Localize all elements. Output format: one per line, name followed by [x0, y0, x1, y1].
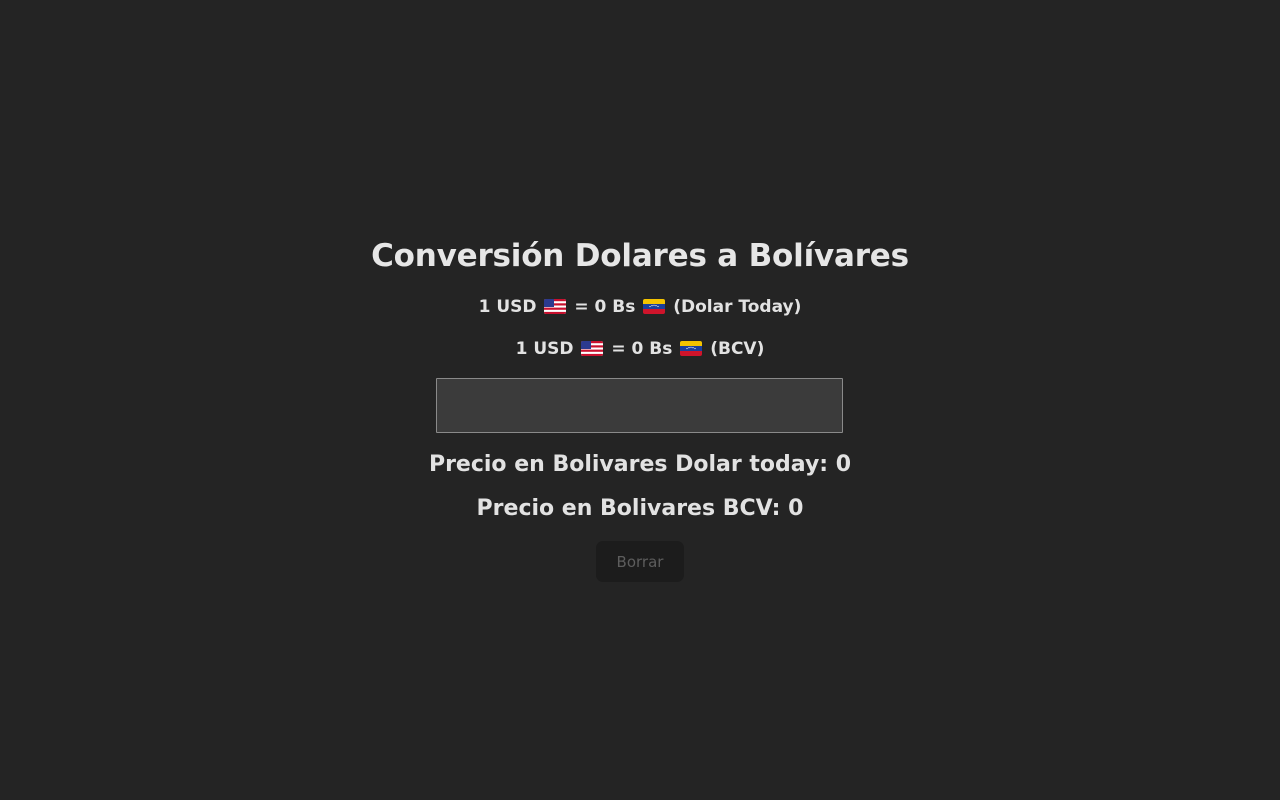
- usd-amount-input[interactable]: [436, 378, 843, 433]
- clear-button[interactable]: Borrar: [596, 541, 684, 582]
- us-flag-icon: [544, 299, 567, 314]
- venezuela-flag-icon: [680, 341, 703, 356]
- result-bcv: Precio en Bolivares BCV: 0: [476, 496, 804, 521]
- page-title: Conversión Dolares a Bolívares: [371, 238, 909, 274]
- rate-prefix: 1 USD: [478, 297, 537, 317]
- rate-source: (BCV): [710, 339, 765, 359]
- rate-dolar-today: 1 USD = 0 Bs (Dolar Today): [0, 296, 1280, 318]
- amount-input-wrapper: [436, 378, 843, 433]
- us-flag-icon: [581, 341, 604, 356]
- rate-value: = 0 Bs: [574, 297, 636, 317]
- converter-app: Conversión Dolares a Bolívares 1 USD = 0…: [0, 0, 1280, 800]
- rate-value: = 0 Bs: [611, 339, 673, 359]
- venezuela-flag-icon: [643, 299, 666, 314]
- rate-source: (Dolar Today): [673, 297, 802, 317]
- rate-prefix: 1 USD: [515, 339, 574, 359]
- result-dolar-today: Precio en Bolivares Dolar today: 0: [428, 452, 852, 477]
- rate-bcv: 1 USD = 0 Bs (BCV): [0, 338, 1280, 360]
